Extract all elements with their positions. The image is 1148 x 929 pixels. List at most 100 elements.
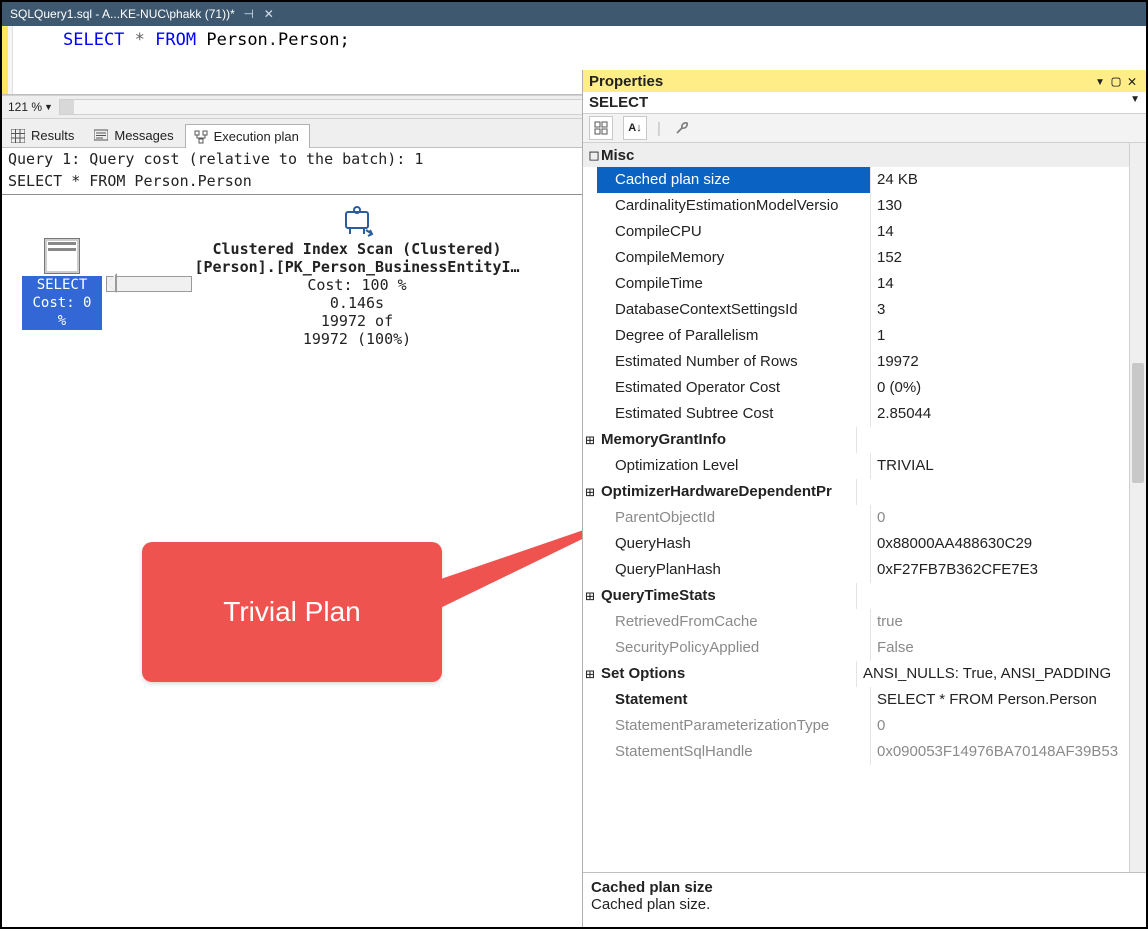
properties-grid[interactable]: □ Misc Cached plan size24 KBCardinalityE… <box>583 143 1146 872</box>
tree-spacer <box>583 193 597 219</box>
property-row[interactable]: Estimated Number of Rows19972 <box>583 349 1146 375</box>
tree-spacer <box>583 219 597 245</box>
property-row[interactable]: CompileTime14 <box>583 271 1146 297</box>
property-row[interactable]: ⊞OptimizerHardwareDependentPr <box>583 479 1146 505</box>
property-value: 0x88000AA488630C29 <box>871 531 1146 557</box>
property-row[interactable]: Estimated Subtree Cost2.85044 <box>583 401 1146 427</box>
category-misc[interactable]: □ Misc <box>583 143 1146 167</box>
property-value: SELECT * FROM Person.Person <box>871 687 1146 713</box>
property-name: CompileCPU <box>597 219 871 245</box>
property-value: 152 <box>871 245 1146 271</box>
expand-icon[interactable]: ⊞ <box>583 427 597 453</box>
properties-titlebar[interactable]: Properties ▾ ▢ ✕ <box>583 70 1146 92</box>
property-name: CompileMemory <box>597 245 871 271</box>
tree-spacer <box>583 271 597 297</box>
expand-icon[interactable]: ⊞ <box>583 661 597 687</box>
properties-toolbar: A↓ | <box>583 114 1146 143</box>
tree-spacer <box>583 349 597 375</box>
plan-node-select[interactable]: SELECT Cost: 0 % <box>22 238 102 330</box>
properties-subject[interactable]: SELECT ▼ <box>583 92 1146 114</box>
tree-spacer <box>583 375 597 401</box>
tree-spacer <box>583 687 597 713</box>
plan-node-scan-object: [Person].[PK_Person_BusinessEntityI… <box>192 258 522 276</box>
property-value: 14 <box>871 271 1146 297</box>
plan-node-scan[interactable]: Clustered Index Scan (Clustered) [Person… <box>192 204 522 348</box>
property-row[interactable]: StatementSELECT * FROM Person.Person <box>583 687 1146 713</box>
property-name: Degree of Parallelism <box>597 323 871 349</box>
expand-icon[interactable]: ⊞ <box>583 479 597 505</box>
property-row[interactable]: ⊞MemoryGrantInfo <box>583 427 1146 453</box>
categorized-button[interactable] <box>589 116 613 140</box>
tree-spacer <box>583 167 597 193</box>
alphabetical-button[interactable]: A↓ <box>623 116 647 140</box>
properties-subject-label: SELECT <box>589 94 648 111</box>
collapse-icon[interactable]: □ <box>587 146 601 164</box>
window-close-icon[interactable]: ✕ <box>1124 72 1140 90</box>
property-name: Estimated Number of Rows <box>597 349 871 375</box>
expand-icon[interactable]: ⊞ <box>583 583 597 609</box>
document-tab[interactable]: SQLQuery1.sql - A...KE-NUC\phakk (71))* … <box>2 2 283 26</box>
property-value <box>857 427 1146 453</box>
property-row[interactable]: StatementSqlHandle0x090053F14976BA70148A… <box>583 739 1146 765</box>
property-name: StatementSqlHandle <box>597 739 871 765</box>
property-row[interactable]: CompileMemory152 <box>583 245 1146 271</box>
vertical-scrollbar[interactable] <box>1129 143 1146 872</box>
property-value: 0 <box>871 713 1146 739</box>
property-row[interactable]: CardinalityEstimationModelVersio130 <box>583 193 1146 219</box>
chevron-down-icon: ▼ <box>1130 94 1140 111</box>
property-row[interactable]: Degree of Parallelism1 <box>583 323 1146 349</box>
property-value: 0 (0%) <box>871 375 1146 401</box>
tree-spacer <box>583 713 597 739</box>
property-row[interactable]: QueryHash0x88000AA488630C29 <box>583 531 1146 557</box>
tree-spacer <box>583 739 597 765</box>
document-tab-strip: SQLQuery1.sql - A...KE-NUC\phakk (71))* … <box>2 2 1146 26</box>
property-row[interactable]: Cached plan size24 KB <box>583 167 1146 193</box>
property-name: QueryTimeStats <box>597 583 857 609</box>
property-row[interactable]: ⊞Set OptionsANSI_NULLS: True, ANSI_PADDI… <box>583 661 1146 687</box>
property-name: OptimizerHardwareDependentPr <box>597 479 857 505</box>
properties-title-label: Properties <box>589 73 663 90</box>
window-menu-icon[interactable]: ▾ <box>1092 72 1108 90</box>
property-row[interactable]: DatabaseContextSettingsId3 <box>583 297 1146 323</box>
property-row[interactable]: Estimated Operator Cost0 (0%) <box>583 375 1146 401</box>
tab-results-label: Results <box>31 128 74 143</box>
property-row[interactable]: CompileCPU14 <box>583 219 1146 245</box>
category-label: Misc <box>601 147 634 164</box>
window-pin-icon[interactable]: ▢ <box>1108 72 1124 90</box>
messages-icon <box>94 129 108 143</box>
grid-icon <box>11 129 25 143</box>
property-name: Statement <box>597 687 871 713</box>
tab-messages[interactable]: Messages <box>85 123 184 147</box>
property-value: true <box>871 609 1146 635</box>
property-row[interactable]: StatementParameterizationType0 <box>583 713 1146 739</box>
table-result-icon <box>44 238 80 274</box>
wrench-icon[interactable] <box>671 117 693 139</box>
property-row[interactable]: RetrievedFromCachetrue <box>583 609 1146 635</box>
plan-node-scan-est: 19972 (100%) <box>192 330 522 348</box>
property-value: 19972 <box>871 349 1146 375</box>
tab-execution-plan[interactable]: Execution plan <box>185 124 310 148</box>
property-name: MemoryGrantInfo <box>597 427 857 453</box>
plan-node-scan-time: 0.146s <box>192 294 522 312</box>
property-name: StatementParameterizationType <box>597 713 871 739</box>
close-icon[interactable]: ✕ <box>263 7 275 21</box>
tab-results[interactable]: Results <box>2 123 85 147</box>
property-row[interactable]: ⊞QueryTimeStats <box>583 583 1146 609</box>
tree-spacer <box>583 505 597 531</box>
zoom-value: 121 % <box>8 100 42 114</box>
tree-spacer <box>583 453 597 479</box>
property-name: Set Options <box>597 661 857 687</box>
property-name: CardinalityEstimationModelVersio <box>597 193 871 219</box>
property-row[interactable]: Optimization LevelTRIVIAL <box>583 453 1146 479</box>
properties-panel: Properties ▾ ▢ ✕ SELECT ▼ A↓ | □ Misc C <box>582 70 1146 927</box>
pin-icon[interactable]: ⊣ <box>243 7 255 21</box>
execution-plan-icon <box>194 130 208 144</box>
zoom-combo[interactable]: 121 % ▼ <box>8 100 53 114</box>
editor-change-margin <box>2 26 13 94</box>
property-value: 3 <box>871 297 1146 323</box>
property-row[interactable]: ParentObjectId0 <box>583 505 1146 531</box>
description-text: Cached plan size. <box>591 896 1138 913</box>
property-row[interactable]: QueryPlanHash0xF27FB7B362CFE7E3 <box>583 557 1146 583</box>
property-value: 0x090053F14976BA70148AF39B53 <box>871 739 1146 765</box>
property-row[interactable]: SecurityPolicyAppliedFalse <box>583 635 1146 661</box>
